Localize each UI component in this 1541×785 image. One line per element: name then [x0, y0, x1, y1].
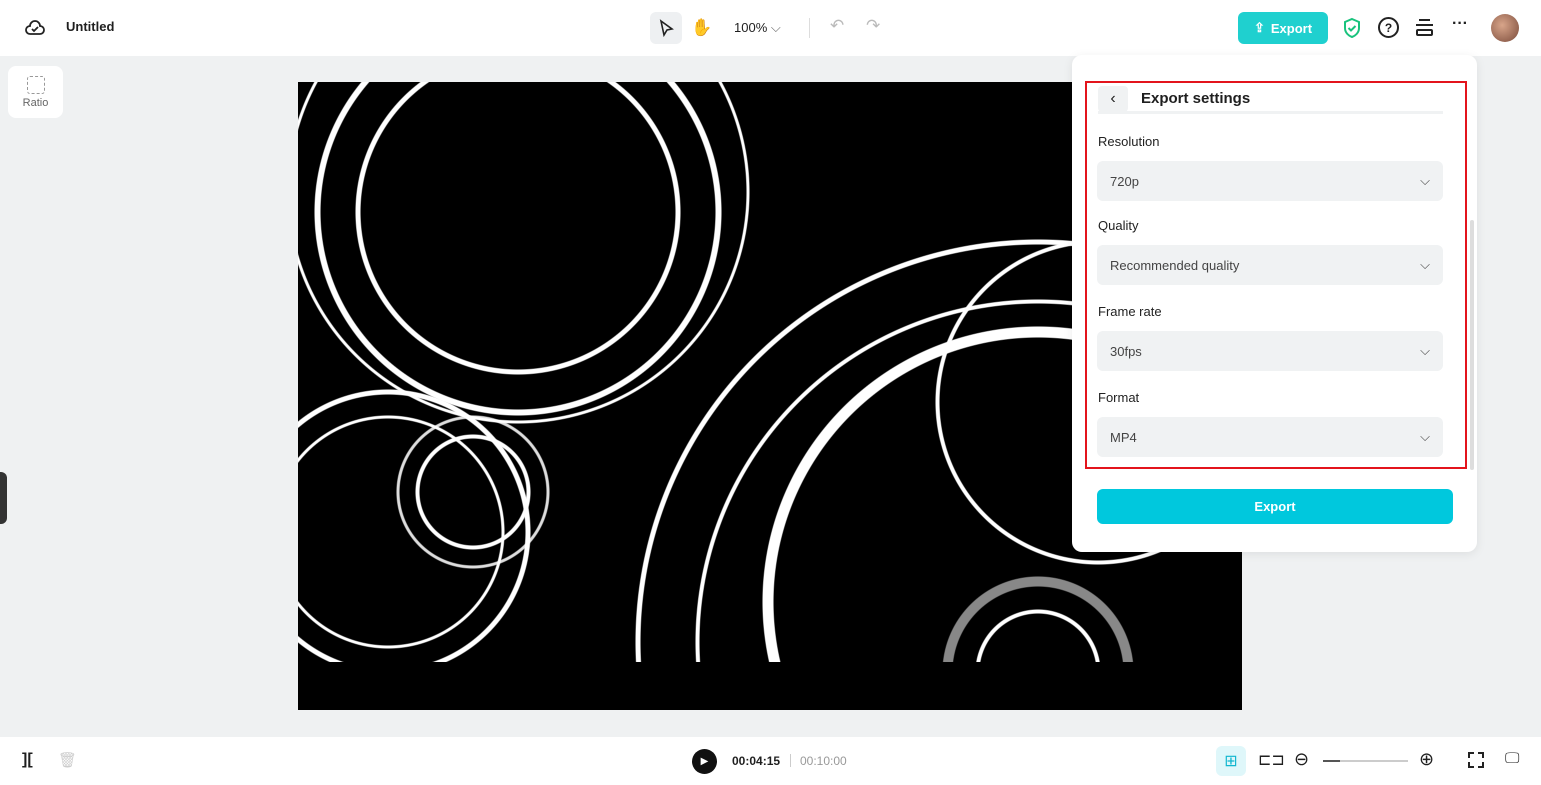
help-icon[interactable]: ?: [1378, 17, 1399, 38]
zoom-slider[interactable]: [1323, 760, 1408, 762]
layers-icon[interactable]: [1416, 19, 1433, 36]
play-icon: ▶: [700, 756, 709, 767]
split-icon[interactable]: ][: [22, 751, 33, 769]
highlight-box: [1085, 81, 1467, 469]
video-letterbox: [298, 662, 1242, 710]
ratio-label: Ratio: [22, 96, 49, 109]
delete-icon[interactable]: 🗑: [58, 751, 77, 769]
select-tool-button[interactable]: [650, 12, 682, 44]
zoom-dropdown[interactable]: 100% ⌵: [734, 20, 781, 36]
cloud-saved-icon[interactable]: [24, 17, 46, 39]
project-title[interactable]: Untitled: [66, 19, 114, 34]
export-top-button[interactable]: ⇪ Export: [1238, 12, 1328, 44]
panel-scrollbar[interactable]: [1470, 220, 1474, 470]
snap-icon: ⊞: [1224, 753, 1238, 770]
fullscreen-icon[interactable]: [1468, 752, 1484, 768]
export-button[interactable]: Export: [1097, 489, 1453, 524]
redo-icon[interactable]: ↷: [866, 16, 880, 36]
total-time: 00:10:00: [800, 754, 847, 768]
split-view-icon[interactable]: ⊏⊐: [1258, 750, 1285, 770]
zoom-out-icon[interactable]: ⊖: [1294, 749, 1309, 770]
play-button[interactable]: ▶: [692, 749, 717, 774]
undo-icon[interactable]: ↶: [830, 16, 844, 36]
current-time: 00:04:15: [732, 754, 781, 768]
time-divider: [790, 754, 791, 767]
hand-tool-button[interactable]: ✋: [686, 12, 718, 44]
avatar[interactable]: [1491, 14, 1519, 42]
upload-icon: ⇪: [1253, 20, 1265, 35]
collapse-handle[interactable]: [0, 472, 7, 524]
divider: [809, 18, 810, 38]
more-icon[interactable]: ···: [1452, 15, 1468, 33]
zoom-slider-fill: [1323, 760, 1340, 762]
shield-check-icon[interactable]: [1342, 17, 1362, 39]
export-top-label: Export: [1270, 20, 1313, 36]
top-bar: Untitled ✋ 100% ⌵ ↶ ↷ ⇪ Export ? ···: [0, 0, 1541, 56]
snap-toggle[interactable]: ⊞: [1216, 746, 1246, 776]
ratio-button[interactable]: Ratio: [8, 66, 63, 118]
zoom-in-icon[interactable]: ⊕: [1419, 749, 1434, 770]
bottom-bar: ][ 🗑 ▶ 00:04:15 00:10:00 ⊞ ⊏⊐ ⊖ ⊕ 🖵: [0, 737, 1541, 785]
feedback-icon[interactable]: 🖵: [1505, 750, 1519, 767]
ratio-icon: [26, 75, 45, 94]
chevron-down-icon: ⌵: [770, 20, 781, 35]
zoom-value: 100%: [734, 20, 768, 35]
